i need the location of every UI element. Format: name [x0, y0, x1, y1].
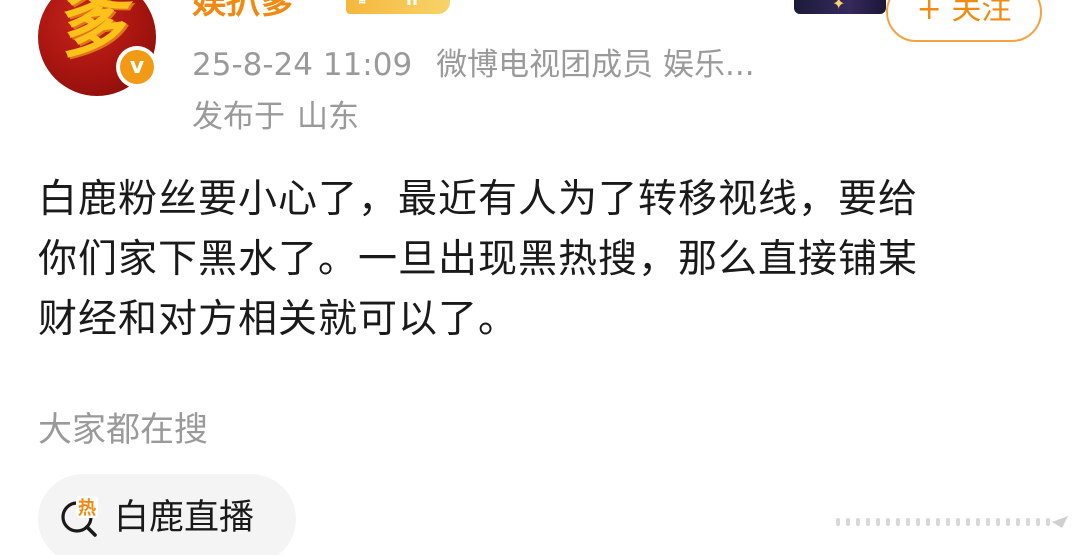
card-decoration: ✦: [794, 0, 886, 14]
verified-badge-icon: v: [116, 46, 158, 88]
hot-glyph: 热: [78, 497, 96, 519]
avatar-logo: 爹: [50, 0, 132, 69]
verified-badge-glyph: v: [120, 50, 154, 84]
location-prefix: 发布于: [192, 99, 285, 135]
watermark-icon: [836, 516, 1068, 528]
location-name: 山东: [297, 99, 359, 135]
trending-title: 大家都在搜: [38, 410, 208, 450]
post-source[interactable]: 微博电视团成员 娱乐...: [436, 47, 754, 83]
weibo-post: 爹 v 娱扒爹 ♛ II ✦ + 关注 25-8-24 11:09 微博电视团成员…: [0, 0, 1080, 555]
level-badge: ♛ II: [346, 0, 450, 14]
trending-chip[interactable]: 热 白鹿直播: [38, 474, 296, 555]
username[interactable]: 娱扒爹: [192, 0, 294, 22]
crown-icon: ♛: [356, 0, 369, 8]
post-meta: 25-8-24 11:09 微博电视团成员 娱乐...: [192, 44, 755, 86]
post-location: 发布于 山东: [192, 96, 359, 138]
post-line: 财经和对方相关就可以了。: [38, 297, 519, 342]
sparkle-icon: ✦: [832, 0, 846, 13]
post-body: 白鹿粉丝要小心了，最近有人为了转移视线，要给 你们家下黑水了。一旦出现黑热搜，那…: [38, 170, 1042, 350]
trending-chip-label: 白鹿直播: [114, 498, 255, 538]
search-hot-icon: 热: [61, 496, 98, 537]
follow-button[interactable]: + 关注: [886, 0, 1042, 42]
post-line: 白鹿粉丝要小心了，最近有人为了转移视线，要给: [38, 177, 919, 222]
level-number: II: [406, 0, 418, 10]
post-line: 你们家下黑水了。一旦出现黑热搜，那么直接铺某: [38, 237, 919, 282]
post-timestamp: 25-8-24 11:09: [192, 47, 413, 83]
